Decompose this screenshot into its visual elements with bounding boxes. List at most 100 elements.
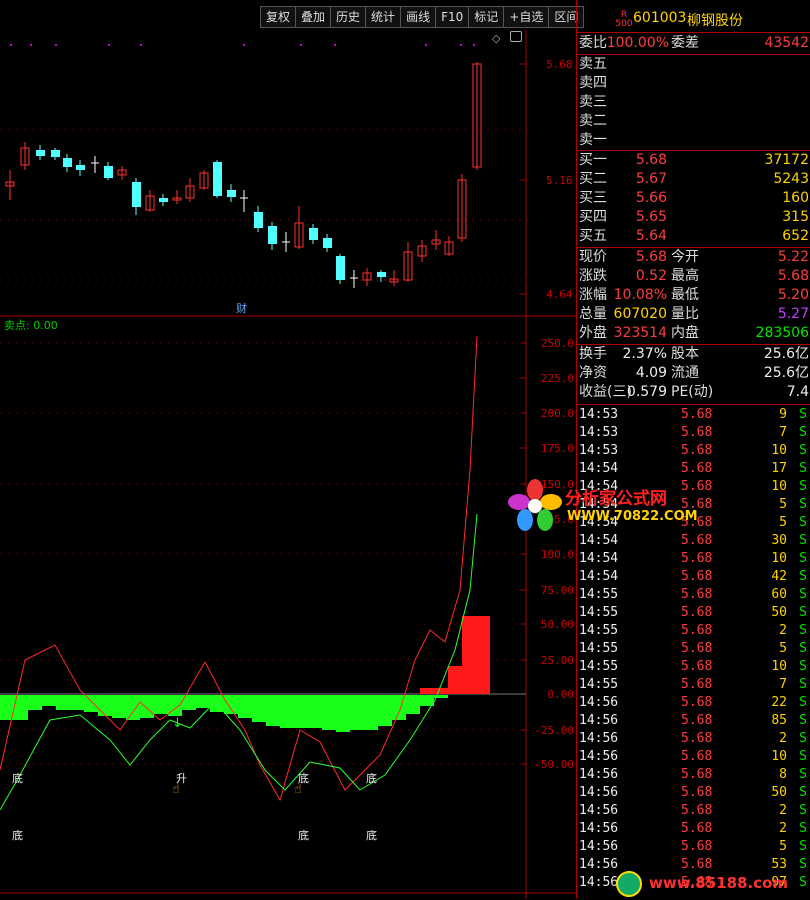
tick-row: 14:56 5.68 8 S xyxy=(579,766,809,784)
quote-row: 换手 2.37% 股本 25.6亿 xyxy=(579,345,809,364)
quote-label: 涨跌 xyxy=(579,268,607,284)
quote-label: 内盘 xyxy=(671,325,699,341)
tick-t: 14:53 xyxy=(579,443,619,458)
tick-row: 14:56 5.68 85 S xyxy=(579,712,809,730)
tick-v: 2 xyxy=(779,731,787,746)
tick-s: S xyxy=(799,623,807,638)
quote-label: 总量 xyxy=(579,306,607,322)
tick-s: S xyxy=(799,767,807,782)
tick-s: S xyxy=(799,839,807,854)
indicator-axis-label: 250.0 xyxy=(541,337,574,350)
toolbar-button-4[interactable]: 画线 xyxy=(400,6,436,28)
down-arrow-icon: ↓ xyxy=(296,716,307,731)
candle-body xyxy=(227,190,236,197)
tick-v: 7 xyxy=(779,425,787,440)
tick-v: 30 xyxy=(771,533,787,548)
quote-label: PE(动) xyxy=(671,384,714,400)
tick-s: S xyxy=(799,425,807,440)
tick-p: 5.68 xyxy=(681,569,713,584)
bid-price: 5.68 xyxy=(635,152,667,168)
tick-t: 14:54 xyxy=(579,569,619,584)
chart-toolbar: 复权 叠加 历史 统计 画线 F10 标记 +自选 区间 xyxy=(260,6,585,28)
finance-marker[interactable]: 财 xyxy=(236,300,247,316)
quote-value: 5.20 xyxy=(777,287,809,303)
bid-label: 买一 xyxy=(579,152,607,168)
tick-row: 14:53 5.68 9 S xyxy=(579,406,809,424)
tick-v: 22 xyxy=(771,695,787,710)
tick-v: 10 xyxy=(771,443,787,458)
tick-t: 14:56 xyxy=(579,695,619,710)
quote-label: 现价 xyxy=(579,249,607,265)
toolbar-button-3[interactable]: 统计 xyxy=(365,6,401,28)
tick-row: 14:56 5.68 50 S xyxy=(579,784,809,802)
tick-s: S xyxy=(799,479,807,494)
toolbar-button-6[interactable]: 标记 xyxy=(468,6,504,28)
tick-v: 2 xyxy=(779,623,787,638)
quote-value: 607020 xyxy=(613,306,667,322)
bid-row: 买三 5.66 160 xyxy=(579,189,809,208)
quote-label: 收益(三) xyxy=(579,384,632,400)
quote-label: 涨幅 xyxy=(579,287,607,303)
tick-v: 60 xyxy=(771,587,787,602)
candle-body xyxy=(36,150,45,156)
tick-p: 5.68 xyxy=(681,587,713,602)
chart-canvas[interactable]: 5.685.164.64250.0225.0200.0175.0150.0125… xyxy=(0,30,576,899)
tick-s: S xyxy=(799,659,807,674)
tick-v: 9 xyxy=(779,407,787,422)
bid-volume: 652 xyxy=(782,228,809,244)
tick-s: S xyxy=(799,677,807,692)
ask-label: 卖四 xyxy=(579,75,607,91)
histogram-bar-green xyxy=(98,695,112,716)
candle-body xyxy=(377,272,386,277)
candle-body xyxy=(336,256,345,280)
ask-row: 卖四 xyxy=(579,74,809,93)
toolbar-button-0[interactable]: 复权 xyxy=(260,6,296,28)
tick-v: 5 xyxy=(779,839,787,854)
tick-row: 14:55 5.68 60 S xyxy=(579,586,809,604)
quote-label: 净资 xyxy=(579,365,607,381)
toolbar-button-5[interactable]: F10 xyxy=(435,6,469,28)
tick-s: S xyxy=(799,497,807,512)
toolbar-button-2[interactable]: 历史 xyxy=(330,6,366,28)
ask-row: 卖一 xyxy=(579,131,809,150)
tick-s: S xyxy=(799,605,807,620)
margin-badge: R 500 xyxy=(615,10,633,29)
tick-p: 5.68 xyxy=(681,695,713,710)
ask-row: 卖二 xyxy=(579,112,809,131)
bid-volume: 315 xyxy=(782,209,809,225)
tick-s: S xyxy=(799,461,807,476)
tick-row: 14:55 5.68 7 S xyxy=(579,676,809,694)
candle-body xyxy=(323,238,332,248)
bid-row: 买二 5.67 5243 xyxy=(579,170,809,189)
indicator-axis-label: 225.0 xyxy=(541,372,574,385)
indicator-axis-label: 25.00 xyxy=(541,654,574,667)
signal-label: 底 xyxy=(12,772,23,785)
watermark-url: WWW.70822.COM xyxy=(567,509,698,524)
tick-v: 8 xyxy=(779,767,787,782)
indicator-line-green xyxy=(0,513,478,811)
candle-body xyxy=(213,162,222,196)
indicator-axis-label: 0.00 xyxy=(548,688,575,701)
histogram-bar-green xyxy=(364,695,378,730)
tick-t: 14:55 xyxy=(579,659,619,674)
tick-t: 14:56 xyxy=(579,749,619,764)
tick-t: 14:55 xyxy=(579,677,619,692)
bid-label: 买三 xyxy=(579,190,607,206)
bid-volume: 5243 xyxy=(773,171,809,187)
bid-row: 买五 5.64 652 xyxy=(579,227,809,246)
bid-price: 5.67 xyxy=(635,171,667,187)
quote-value: 7.4 xyxy=(786,384,809,400)
toolbar-button-7[interactable]: +自选 xyxy=(503,6,549,28)
window-icon[interactable] xyxy=(510,31,522,42)
indicator-axis-label: 50.00 xyxy=(541,618,574,631)
quote-value: 5.22 xyxy=(777,249,809,265)
signal-label: 底 xyxy=(298,829,309,842)
toolbar-button-1[interactable]: 叠加 xyxy=(295,6,331,28)
bid-row: 买一 5.68 37172 xyxy=(579,151,809,170)
tick-p: 5.68 xyxy=(681,407,713,422)
tick-p: 5.68 xyxy=(681,551,713,566)
tick-p: 5.68 xyxy=(681,839,713,854)
diamond-icon[interactable]: ◇ xyxy=(492,32,500,45)
histogram-bar-green xyxy=(266,695,280,726)
indicator-axis-label: 175.0 xyxy=(541,442,574,455)
